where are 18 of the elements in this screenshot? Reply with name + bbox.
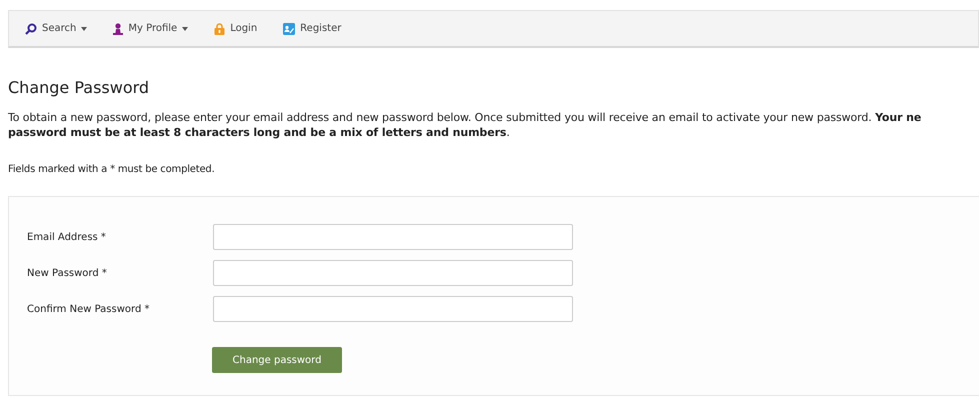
field-label: Email Address * [27,232,107,242]
person-icon [113,22,124,34]
search-icon [25,22,37,34]
nav-link[interactable]: Search [25,22,88,34]
page-title: Change Password [8,78,150,97]
padlock-icon [214,22,226,34]
change-password-button[interactable]: Change password [212,347,342,373]
nav-link[interactable]: My Profile [113,22,188,34]
field-label: Confirm New Password * [27,304,150,314]
intro-paragraph: To obtain a new password, please enter your email address and new password below. Once submitted you will receive an email to activate your new password. Your ne password must be at least 8 characters long and be a mix of letters and numbers. [8,110,922,140]
field-label: New Password * [27,268,108,278]
input-field[interactable] [213,260,573,286]
required-note: Fields marked with a * must be completed. [8,164,216,175]
nav-link[interactable]: Register [283,22,342,34]
nav-link[interactable]: Login [214,22,258,34]
input-field[interactable] [213,224,573,250]
input-field[interactable] [213,296,573,322]
id-card-icon [283,22,296,34]
